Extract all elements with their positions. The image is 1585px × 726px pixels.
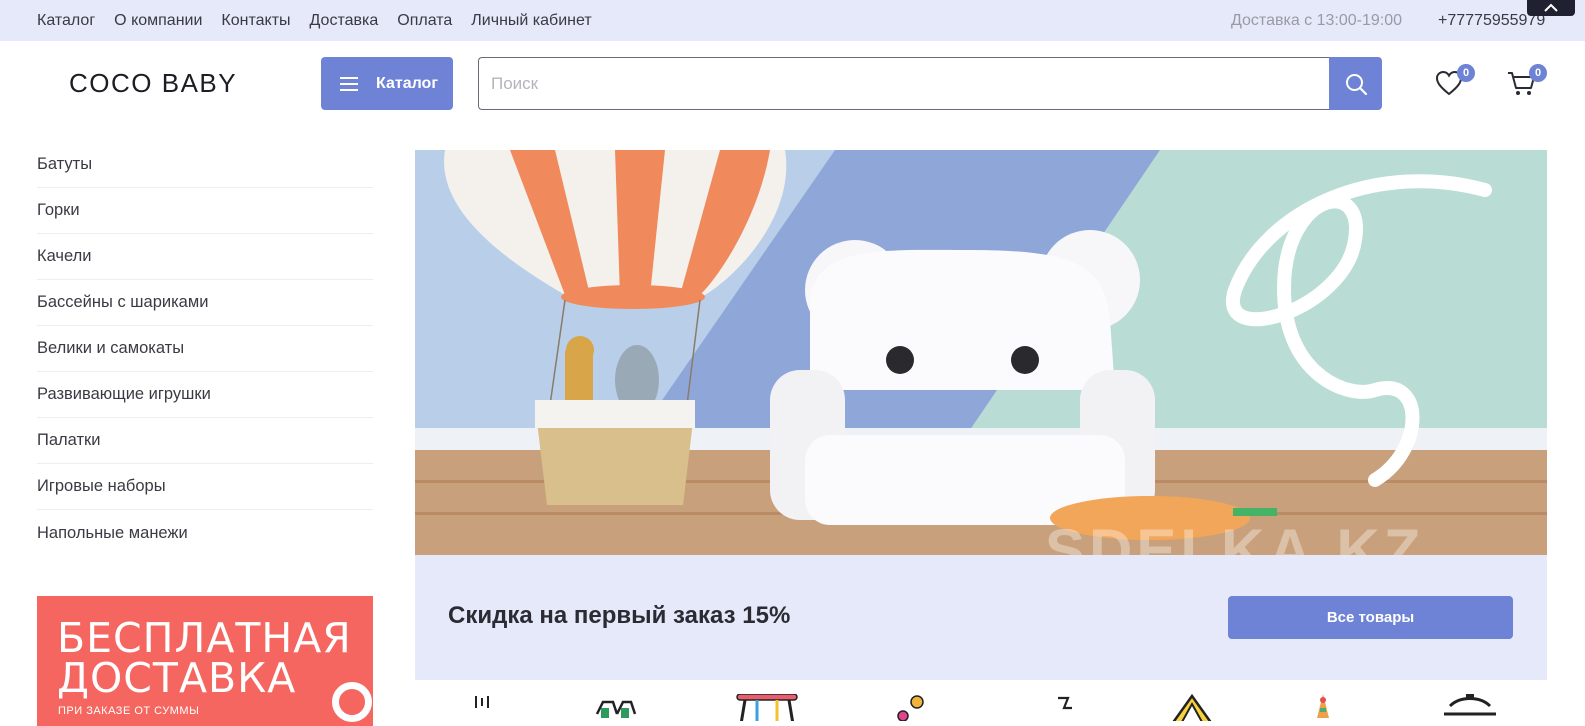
scroll-top-button[interactable] — [1527, 0, 1575, 16]
tent-icon[interactable] — [1170, 694, 1214, 721]
slide-icon[interactable] — [593, 694, 637, 721]
sidebar-item-trampolines[interactable]: Батуты — [37, 142, 373, 188]
site-logo[interactable]: COCO BABY — [69, 68, 237, 99]
promo-line-1: БЕСПЛАТНАЯ — [57, 614, 352, 662]
promo-line-2: ДОСТАВКА — [57, 654, 297, 702]
top-nav-payment[interactable]: Оплата — [397, 12, 452, 30]
banner-image — [415, 150, 1547, 555]
search-button[interactable] — [1329, 57, 1382, 110]
delivery-hours: Доставка с 13:00-19:00 — [1231, 12, 1403, 29]
sidebar-item-educational-toys[interactable]: Развивающие игрушки — [37, 372, 373, 418]
top-nav-about[interactable]: О компании — [114, 12, 202, 30]
playpen-icon[interactable] — [1440, 694, 1500, 721]
top-nav: Каталог О компании Контакты Доставка Опл… — [37, 0, 592, 41]
catalog-button-label: Каталог — [376, 74, 438, 92]
chevron-up-icon — [1544, 3, 1558, 12]
all-products-button[interactable]: Все товары — [1228, 596, 1513, 639]
sidebar-item-slides[interactable]: Горки — [37, 188, 373, 234]
top-nav-contacts[interactable]: Контакты — [221, 12, 290, 30]
top-bar: Каталог О компании Контакты Доставка Опл… — [0, 0, 1585, 41]
swing-icon[interactable] — [735, 694, 799, 721]
menu-icon — [340, 76, 358, 91]
sidebar-item-swings[interactable]: Качели — [37, 234, 373, 280]
top-nav-account[interactable]: Личный кабинет — [471, 12, 591, 30]
promo-ring-graphic — [332, 682, 372, 722]
cart-button[interactable]: 0 — [1507, 64, 1547, 98]
top-nav-catalog[interactable]: Каталог — [37, 12, 95, 30]
offer-title: Скидка на первый заказ 15% — [448, 602, 791, 629]
toy-icon[interactable] — [1311, 694, 1335, 721]
sidebar-item-ball-pools[interactable]: Бассейны с шариками — [37, 280, 373, 326]
catalog-button[interactable]: Каталог — [321, 57, 453, 110]
search-input[interactable] — [478, 57, 1330, 110]
cart-count-badge: 0 — [1529, 64, 1547, 82]
category-sidebar: Батуты Горки Качели Бассейны с шариками … — [37, 142, 373, 556]
sidebar-item-tents[interactable]: Палатки — [37, 418, 373, 464]
sidebar-item-bikes-scooters[interactable]: Велики и самокаты — [37, 326, 373, 372]
sidebar-item-play-sets[interactable]: Игровые наборы — [37, 464, 373, 510]
free-delivery-promo[interactable]: БЕСПЛАТНАЯ ДОСТАВКА ПРИ ЗАКАЗЕ ОТ СУММЫ — [37, 596, 373, 726]
ball-pool-icon[interactable] — [895, 694, 929, 721]
wishlist-button[interactable]: 0 — [1435, 64, 1475, 98]
hero-banner[interactable]: SDELKA.KZ — [415, 150, 1547, 555]
scooter-icon[interactable] — [1052, 694, 1078, 721]
offer-bar: Скидка на первый заказ 15% Все товары — [415, 555, 1547, 680]
wishlist-count-badge: 0 — [1457, 64, 1475, 82]
trampoline-icon[interactable] — [470, 694, 494, 721]
watermark: SDELKA.KZ — [1045, 517, 1425, 555]
sidebar-item-playpens[interactable]: Напольные манежи — [37, 510, 373, 556]
search-icon — [1345, 73, 1367, 95]
promo-line-3: ПРИ ЗАКАЗЕ ОТ СУММЫ — [58, 705, 200, 717]
category-icon-row — [415, 690, 1547, 721]
top-nav-delivery[interactable]: Доставка — [310, 12, 379, 30]
